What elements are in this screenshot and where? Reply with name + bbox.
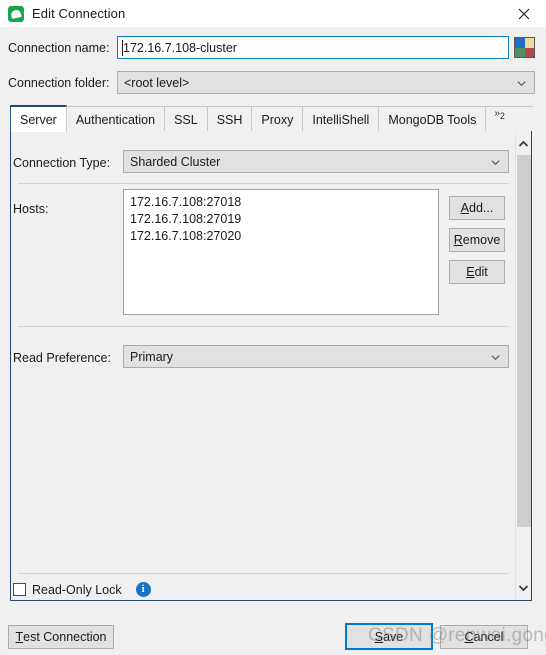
tab-label: SSH <box>216 112 243 127</box>
cancel-button[interactable]: Cancel <box>440 625 528 649</box>
tab-strip: Server Authentication SSL SSH Proxy Inte… <box>10 105 533 132</box>
button-label: dit <box>474 265 488 279</box>
close-icon <box>518 8 530 19</box>
tab-label: SSL <box>174 112 198 127</box>
info-icon[interactable]: i <box>135 582 151 597</box>
read-preference-select[interactable]: Primary <box>123 345 509 368</box>
mnemonic: C <box>464 630 474 644</box>
remove-host-button[interactable]: Remove <box>449 228 505 252</box>
save-button[interactable]: Save <box>345 623 433 650</box>
swatch-cell-bottom-right <box>524 47 534 57</box>
list-item[interactable]: 172.16.7.108:27020 <box>128 228 438 245</box>
button-label: dd... <box>469 201 494 215</box>
read-only-lock-label: Read-Only Lock <box>32 582 122 597</box>
tab-label: Authentication <box>75 112 156 127</box>
tab-label: IntelliShell <box>312 112 370 127</box>
tab-label: Server <box>20 112 57 127</box>
tab-proxy[interactable]: Proxy <box>251 106 304 132</box>
connection-name-label: Connection name: <box>8 41 110 55</box>
tab-ssl[interactable]: SSL <box>164 106 208 132</box>
tab-mongodb-tools[interactable]: MongoDB Tools <box>378 106 487 132</box>
chevron-up-icon <box>518 140 529 147</box>
chevron-down-icon <box>491 159 500 165</box>
connection-name-input[interactable]: 172.16.7.108-cluster <box>117 36 509 59</box>
scroll-up-button[interactable] <box>516 135 531 152</box>
mnemonic: R <box>453 233 463 247</box>
chevron-down-icon <box>491 354 500 360</box>
tab-ssh[interactable]: SSH <box>206 106 253 132</box>
text-caret <box>122 40 123 56</box>
add-host-button[interactable]: Add... <box>449 196 505 220</box>
swatch-cell-bottom-left <box>515 47 525 57</box>
list-item[interactable]: 172.16.7.108:27019 <box>128 211 438 228</box>
read-preference-label: Read Preference: <box>13 351 111 365</box>
connection-type-select[interactable]: Sharded Cluster <box>123 150 509 173</box>
chevron-down-icon <box>517 80 526 86</box>
read-only-lock-checkbox[interactable] <box>13 583 26 596</box>
tab-overflow-count: 2 <box>499 111 505 121</box>
chevron-down-icon <box>518 584 529 591</box>
title-bar: Edit Connection <box>0 0 546 27</box>
divider <box>18 573 509 574</box>
swatch-cell-top-right <box>524 38 534 48</box>
list-item[interactable]: 172.16.7.108:27018 <box>128 194 438 211</box>
connection-type-label: Connection Type: <box>13 156 111 170</box>
swatch-cell-top-left <box>515 38 525 48</box>
test-connection-button[interactable]: Test Connection <box>8 625 114 649</box>
connection-folder-select[interactable]: <root level> <box>117 71 535 94</box>
window-title: Edit Connection <box>32 6 126 21</box>
edit-connection-dialog: Edit Connection Connection name: 172.16.… <box>0 0 546 655</box>
edit-host-button[interactable]: Edit <box>449 260 505 284</box>
tab-overflow-icon: »2 <box>494 108 505 121</box>
hosts-list[interactable]: 172.16.7.108:27018 172.16.7.108:27019 17… <box>123 189 439 315</box>
tab-overflow-button[interactable]: »2 <box>485 106 533 132</box>
connection-folder-label: Connection folder: <box>8 76 110 90</box>
scroll-down-button[interactable] <box>516 579 531 596</box>
divider <box>18 326 509 327</box>
vertical-scrollbar[interactable] <box>515 131 531 600</box>
button-label: est Connection <box>23 630 107 644</box>
close-button[interactable] <box>502 0 546 27</box>
button-label: ave <box>383 629 404 644</box>
mnemonic: S <box>374 629 384 644</box>
tab-label: MongoDB Tools <box>388 112 477 127</box>
mnemonic: A <box>460 201 469 215</box>
mongo-leaf-icon <box>8 5 24 22</box>
connection-name-value: 172.16.7.108-cluster <box>123 40 237 55</box>
button-label: ancel <box>473 630 504 644</box>
color-swatch-icon[interactable] <box>514 37 535 58</box>
tab-label: Proxy <box>261 112 294 127</box>
read-only-lock-row: Read-Only Lock i <box>13 582 151 597</box>
tab-intellishell[interactable]: IntelliShell <box>302 106 380 132</box>
scrollbar-thumb[interactable] <box>517 155 531 527</box>
hosts-label: Hosts: <box>13 202 49 216</box>
read-preference-value: Primary <box>130 349 174 364</box>
connection-type-value: Sharded Cluster <box>130 154 221 169</box>
mnemonic: T <box>15 630 24 644</box>
tab-authentication[interactable]: Authentication <box>65 106 166 132</box>
mnemonic: E <box>466 265 475 279</box>
button-label: emove <box>462 233 501 247</box>
tab-server[interactable]: Server <box>10 105 67 132</box>
divider <box>18 183 509 184</box>
connection-folder-value: <root level> <box>124 75 190 90</box>
